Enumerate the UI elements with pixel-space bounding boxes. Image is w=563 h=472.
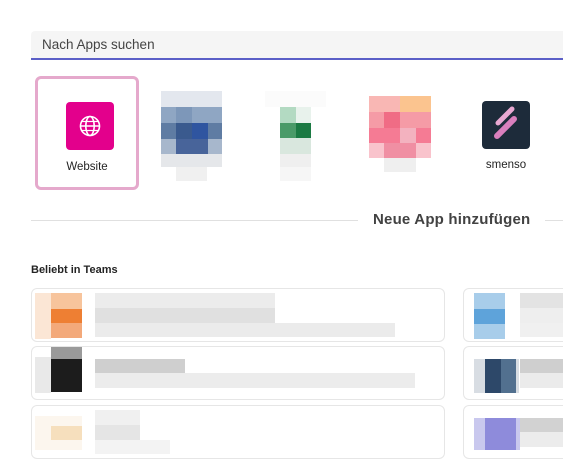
search-input[interactable] <box>31 31 563 58</box>
app-tile-blurred-1[interactable] <box>161 91 222 181</box>
divider <box>31 220 358 221</box>
app-tile-blurred-3[interactable] <box>369 96 431 172</box>
globe-icon <box>66 102 114 150</box>
app-search-box[interactable] <box>31 31 563 60</box>
app-card[interactable] <box>463 346 563 400</box>
app-tile-blurred-2[interactable] <box>265 91 326 181</box>
app-card[interactable] <box>31 288 445 342</box>
divider <box>545 220 563 221</box>
smenso-logo-icon[interactable] <box>482 101 530 149</box>
app-card[interactable] <box>31 405 445 459</box>
app-tile-label: Website <box>66 161 108 173</box>
add-app-heading[interactable]: Neue App hinzufügen <box>373 211 530 228</box>
app-tile-website[interactable]: Website <box>35 76 139 190</box>
app-card[interactable] <box>463 405 563 459</box>
app-card[interactable] <box>31 346 445 400</box>
app-card[interactable] <box>463 288 563 342</box>
section-title: Beliebt in Teams <box>31 264 118 276</box>
app-tile-label: smenso <box>485 159 527 171</box>
